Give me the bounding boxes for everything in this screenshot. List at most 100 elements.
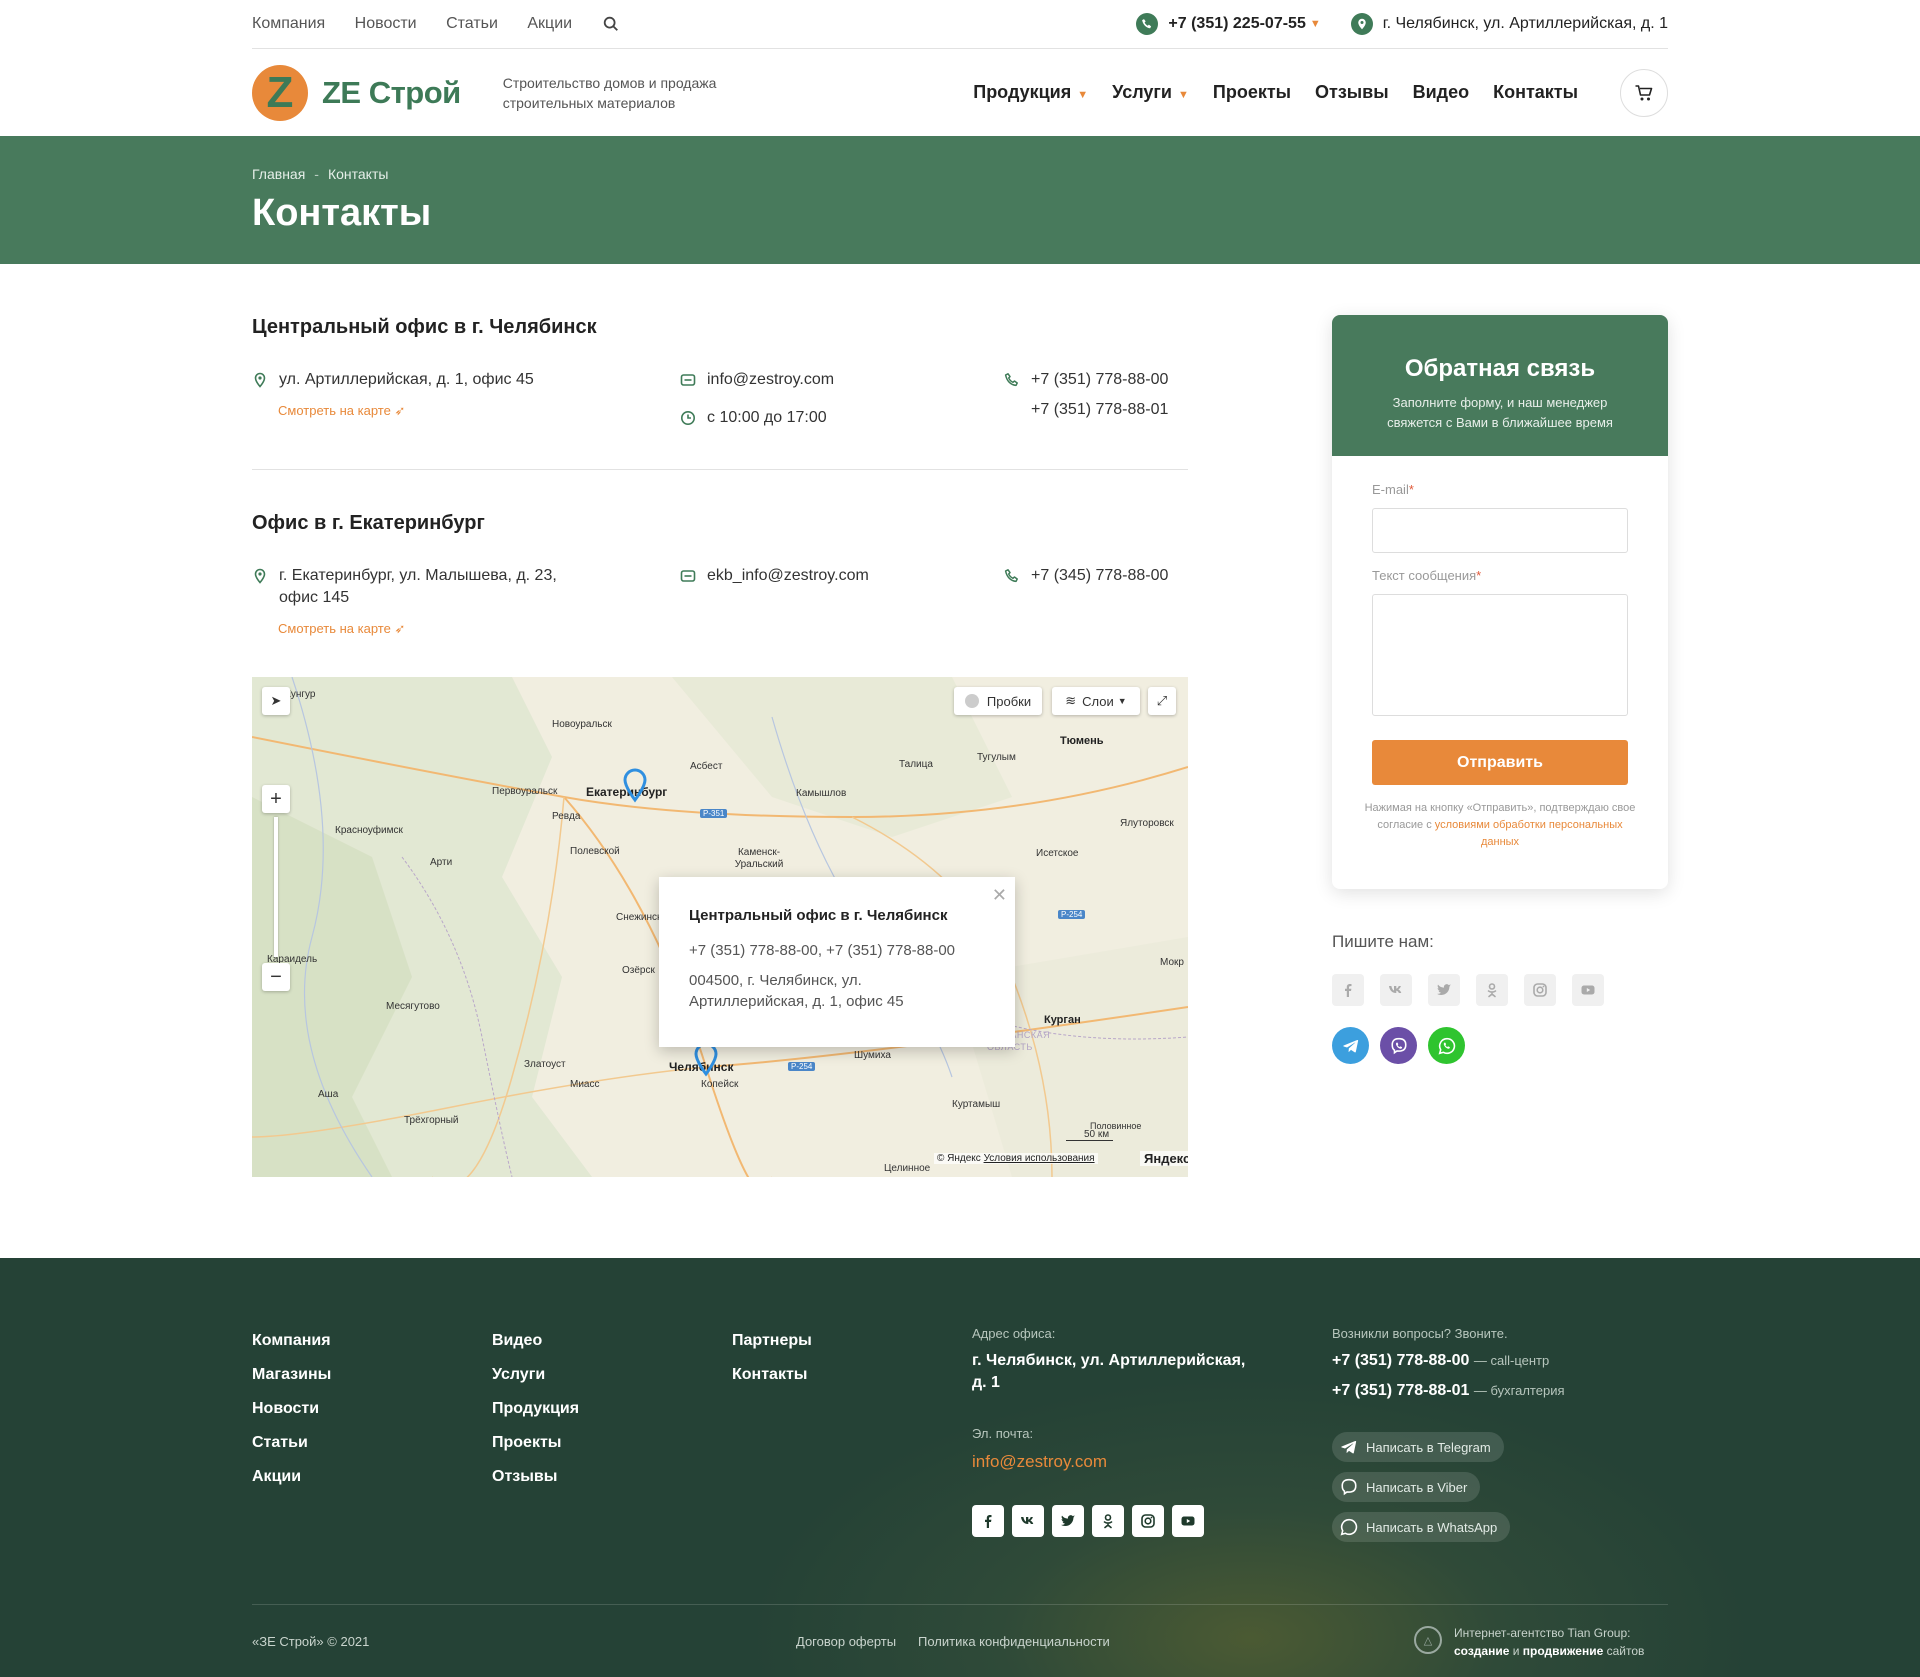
viber-icon[interactable] bbox=[1380, 1027, 1417, 1064]
nav-video[interactable]: Видео bbox=[1413, 82, 1470, 103]
zoom-slider[interactable] bbox=[274, 817, 278, 957]
agency-credit[interactable]: Интернет-агентство Tian Group: создание и… bbox=[1454, 1624, 1644, 1660]
office-title: Офис в г. Екатеринбург bbox=[252, 512, 485, 534]
submit-button[interactable]: Отправить bbox=[1372, 740, 1628, 785]
footer-link-video[interactable]: Видео bbox=[492, 1332, 542, 1349]
nav-contacts[interactable]: Контакты bbox=[1493, 82, 1578, 103]
show-on-map-link[interactable]: Смотреть на карте ➶ bbox=[278, 621, 405, 637]
footer-link-company[interactable]: Компания bbox=[252, 1332, 331, 1349]
telegram-icon[interactable] bbox=[1332, 1027, 1369, 1064]
breadcrumb-home[interactable]: Главная bbox=[252, 166, 305, 182]
traffic-button[interactable]: Пробки bbox=[954, 687, 1042, 715]
traffic-label: Пробки bbox=[986, 693, 1032, 709]
message-textarea[interactable] bbox=[1372, 594, 1628, 716]
zoom-out-button[interactable]: − bbox=[262, 963, 290, 991]
feedback-form: Обратная связь Заполните форму, и наш ме… bbox=[1332, 315, 1668, 889]
top-phone[interactable]: +7 (351) 225-07-55 bbox=[1168, 15, 1305, 33]
top-nav-company[interactable]: Компания bbox=[252, 15, 325, 32]
office-phone-1[interactable]: +7 (351) 778-88-00 bbox=[1031, 369, 1168, 391]
logo-text: ZE Строй bbox=[322, 74, 461, 110]
footer-link-promos[interactable]: Акции bbox=[252, 1468, 301, 1485]
twitter-icon[interactable] bbox=[1428, 974, 1460, 1006]
vk-icon[interactable] bbox=[1012, 1505, 1044, 1537]
map-marker-icon[interactable] bbox=[622, 768, 648, 804]
layers-button[interactable]: ≋ Слои ▼ bbox=[1052, 687, 1140, 715]
breadcrumb-current: Контакты bbox=[327, 166, 389, 182]
privacy-policy-link[interactable]: Политика конфиденциальности bbox=[918, 1634, 1110, 1649]
top-nav-promos[interactable]: Акции bbox=[527, 15, 572, 32]
footer-link-news[interactable]: Новости bbox=[252, 1400, 319, 1417]
clock-icon bbox=[681, 411, 695, 425]
whatsapp-button[interactable]: Написать в WhatsApp bbox=[1332, 1512, 1511, 1542]
footer-phone-1: +7 (351) 778-88-00 — call-центр bbox=[1332, 1350, 1549, 1372]
vk-icon[interactable] bbox=[1380, 974, 1412, 1006]
show-on-map-link[interactable]: Смотреть на карте ➶ bbox=[278, 403, 405, 419]
footer-link-stores[interactable]: Магазины bbox=[252, 1366, 331, 1383]
office-email-link[interactable]: ekb_info@zestroy.com bbox=[680, 567, 869, 584]
footer-email[interactable]: info@zestroy.com bbox=[972, 1451, 1107, 1473]
map-marker-icon[interactable] bbox=[693, 1042, 719, 1078]
message-label-text: Текст сообщения bbox=[1372, 568, 1477, 583]
location-pin-icon bbox=[254, 568, 266, 584]
facebook-icon[interactable] bbox=[1332, 974, 1364, 1006]
odnoklassniki-icon[interactable] bbox=[1476, 974, 1508, 1006]
youtube-icon[interactable] bbox=[1172, 1505, 1204, 1537]
youtube-icon[interactable] bbox=[1572, 974, 1604, 1006]
map-terms-link[interactable]: Условия использования bbox=[984, 1153, 1095, 1164]
map-city: Златоуст bbox=[524, 1059, 566, 1070]
footer-link-reviews[interactable]: Отзывы bbox=[492, 1468, 557, 1485]
footer-link-articles[interactable]: Статьи bbox=[252, 1434, 308, 1451]
zoom-in-button[interactable]: + bbox=[262, 785, 290, 813]
twitter-icon[interactable] bbox=[1052, 1505, 1084, 1537]
write-us-title: Пишите нам: bbox=[1332, 932, 1434, 951]
yandex-logo[interactable]: Яндекс bbox=[1140, 1151, 1188, 1166]
yandex-map[interactable]: Кунгур Новоуральск Первоуральск Екатерин… bbox=[252, 677, 1188, 1177]
office-email-link[interactable]: info@zestroy.com bbox=[680, 371, 834, 388]
office-phone-1[interactable]: +7 (345) 778-88-00 bbox=[1031, 567, 1168, 584]
logo[interactable]: Z ZE Строй bbox=[252, 64, 461, 121]
geolocation-button[interactable]: ➤ bbox=[262, 687, 290, 715]
map-city: Каменск-Уральский bbox=[734, 847, 784, 870]
close-icon[interactable]: ✕ bbox=[992, 885, 1007, 906]
fullscreen-button[interactable]: ⤢ bbox=[1148, 687, 1176, 715]
instagram-icon[interactable] bbox=[1524, 974, 1556, 1006]
footer-link-contacts[interactable]: Контакты bbox=[732, 1366, 807, 1383]
footer-link-products[interactable]: Продукция bbox=[492, 1400, 579, 1417]
map-city: Красноуфимск bbox=[335, 825, 403, 836]
map-city: Первоуральск bbox=[492, 786, 558, 797]
nav-products[interactable]: Продукция ▼ bbox=[973, 82, 1088, 103]
office-hours-text: с 10:00 до 17:00 bbox=[707, 409, 827, 426]
facebook-icon[interactable] bbox=[972, 1505, 1004, 1537]
footer-link-projects[interactable]: Проекты bbox=[492, 1434, 561, 1451]
footer-nav-col-1: Компания Магазины Новости Статьи Акции bbox=[252, 1324, 331, 1494]
nav-services[interactable]: Услуги ▼ bbox=[1112, 82, 1189, 103]
search-icon[interactable] bbox=[602, 15, 620, 33]
viber-button[interactable]: Написать в Viber bbox=[1332, 1472, 1481, 1502]
office-address-line2: офис 145 bbox=[279, 589, 350, 606]
footer-link-partners[interactable]: Партнеры bbox=[732, 1332, 812, 1349]
mail-icon bbox=[680, 570, 696, 582]
footer-link-services[interactable]: Услуги bbox=[492, 1366, 545, 1383]
top-nav-articles[interactable]: Статьи bbox=[446, 15, 498, 32]
chevron-down-icon[interactable]: ▼ bbox=[1310, 18, 1321, 30]
top-nav-news[interactable]: Новости bbox=[355, 15, 417, 32]
offer-agreement-link[interactable]: Договор оферты bbox=[796, 1634, 896, 1649]
office-title: Центральный офис в г. Челябинск bbox=[252, 316, 597, 338]
privacy-terms-link[interactable]: условиями обработки персональных данных bbox=[1435, 819, 1623, 848]
footer-email-label: Эл. почта: bbox=[972, 1426, 1034, 1441]
footer-phone-1-link[interactable]: +7 (351) 778-88-00 bbox=[1332, 1352, 1469, 1369]
instagram-icon[interactable] bbox=[1132, 1505, 1164, 1537]
footer-phone-2-link[interactable]: +7 (351) 778-88-01 bbox=[1332, 1382, 1469, 1399]
whatsapp-icon[interactable] bbox=[1428, 1027, 1465, 1064]
cart-button[interactable] bbox=[1620, 68, 1668, 117]
nav-reviews[interactable]: Отзывы bbox=[1315, 82, 1389, 103]
office-phone-2[interactable]: +7 (351) 778-88-01 bbox=[1031, 399, 1168, 421]
popup-address-line1: 004500, г. Челябинск, ул. bbox=[689, 972, 862, 989]
navigation-arrow-icon: ➶ bbox=[394, 403, 406, 418]
agency-logo-icon[interactable]: △ bbox=[1414, 1626, 1442, 1654]
message-label: Текст сообщения* bbox=[1372, 568, 1481, 583]
nav-projects[interactable]: Проекты bbox=[1213, 82, 1291, 103]
email-field[interactable] bbox=[1372, 508, 1628, 553]
odnoklassniki-icon[interactable] bbox=[1092, 1505, 1124, 1537]
telegram-button[interactable]: Написать в Telegram bbox=[1332, 1432, 1504, 1462]
